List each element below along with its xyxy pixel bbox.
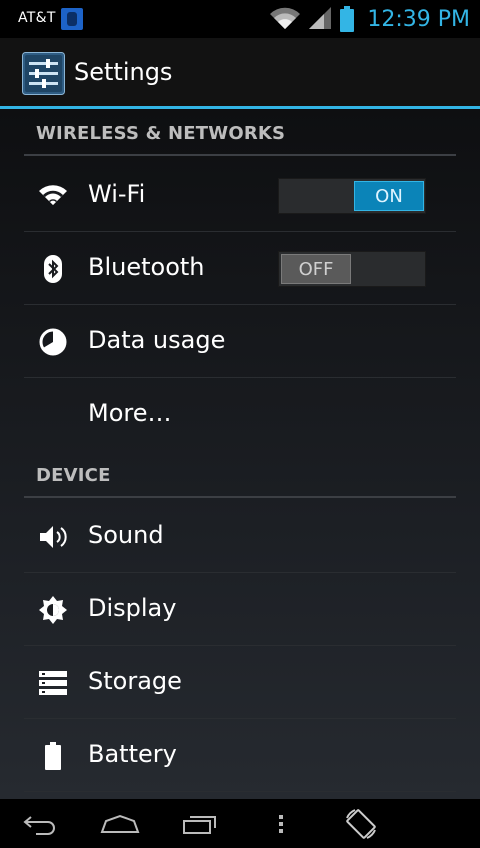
bluetooth-toggle-state: OFF: [281, 254, 351, 284]
settings-item-more[interactable]: More…: [24, 378, 456, 450]
settings-item-label: Storage: [88, 667, 182, 695]
section-divider: [24, 154, 456, 156]
speaker-icon: [40, 526, 67, 548]
settings-item-sound[interactable]: Sound: [24, 500, 456, 573]
brightness-icon: [39, 596, 67, 624]
bluetooth-toggle[interactable]: OFF: [278, 251, 426, 287]
settings-item-label: Sound: [88, 521, 164, 549]
settings-item-label: Data usage: [88, 326, 226, 354]
battery-icon: [45, 742, 61, 770]
page-title: Settings: [74, 58, 173, 86]
carrier-label: AT&T: [18, 10, 56, 26]
settings-sliders-icon[interactable]: [22, 52, 65, 95]
recent-apps-button[interactable]: [170, 806, 230, 842]
bluetooth-icon: [44, 255, 62, 283]
back-icon: [23, 816, 55, 835]
settings-item-display[interactable]: Display: [24, 573, 456, 646]
settings-list[interactable]: WIRELESS & NETWORKS Wi-Fi ON Bluetooth O…: [0, 109, 480, 799]
rotate-button[interactable]: [331, 806, 391, 842]
settings-item-data-usage[interactable]: Data usage: [24, 305, 456, 378]
rotate-icon: [346, 809, 376, 839]
section-header-wireless: WIRELESS & NETWORKS: [36, 123, 286, 144]
back-button[interactable]: [10, 806, 70, 842]
settings-item-label: Display: [88, 594, 177, 622]
notification-app-icon: [61, 8, 83, 30]
menu-overflow-icon: [279, 815, 283, 833]
data-usage-icon: [39, 328, 67, 356]
section-header-device: DEVICE: [36, 465, 111, 486]
settings-item-label: More…: [88, 399, 172, 427]
wifi-toggle[interactable]: ON: [278, 178, 426, 214]
settings-item-label: Wi-Fi: [88, 180, 146, 208]
wifi-icon: [39, 185, 67, 205]
action-bar: Settings: [0, 38, 480, 106]
storage-icon: [39, 671, 67, 695]
navigation-bar: [0, 799, 480, 848]
recent-apps-icon: [183, 816, 216, 834]
status-bar: AT&T 12:39 PM: [0, 0, 480, 38]
settings-item-label: Bluetooth: [88, 253, 205, 281]
clock: 12:39 PM: [367, 6, 470, 32]
battery-icon: [340, 6, 355, 32]
section-divider: [24, 496, 456, 498]
menu-overflow-button[interactable]: [251, 806, 311, 842]
settings-item-wifi[interactable]: Wi-Fi ON: [24, 159, 456, 232]
status-icons: 12:39 PM: [269, 0, 470, 38]
settings-item-label: Battery: [88, 740, 177, 768]
home-button[interactable]: [90, 806, 150, 842]
wifi-signal-icon: [270, 7, 301, 30]
wifi-toggle-state: ON: [354, 181, 424, 211]
settings-item-battery[interactable]: Battery: [24, 719, 456, 792]
settings-item-storage[interactable]: Storage: [24, 646, 456, 719]
settings-item-bluetooth[interactable]: Bluetooth OFF: [24, 232, 456, 305]
home-icon: [100, 814, 140, 833]
cell-signal-icon: [309, 7, 332, 29]
